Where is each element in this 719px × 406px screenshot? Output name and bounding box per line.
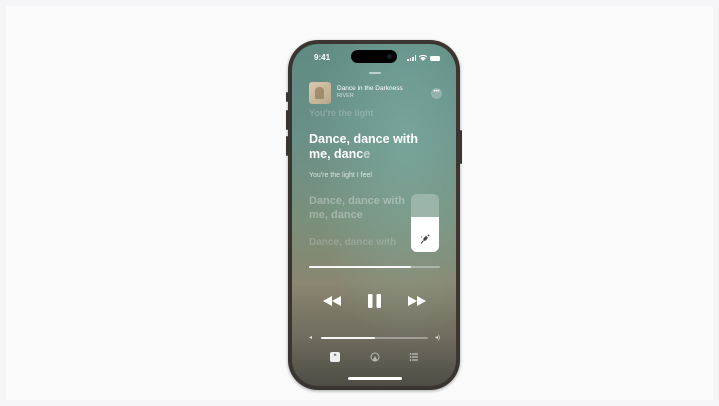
pause-icon[interactable] <box>368 294 381 308</box>
lyrics-icon[interactable]: ❝ <box>330 352 340 362</box>
song-title[interactable]: Dance in the Darkness <box>337 85 403 92</box>
ellipsis-icon[interactable]: ••• <box>431 88 442 99</box>
music-now-playing-screen: 9:41 Dance in the Darkness RIVER ••• You… <box>292 44 456 386</box>
lyric-background-vocal[interactable]: You're the light I feel <box>309 172 372 179</box>
action-button <box>286 92 288 102</box>
playback-times <box>309 271 440 277</box>
playback-scrubber[interactable] <box>309 266 440 268</box>
lyric-unsung-part: e <box>363 147 371 161</box>
side-button <box>460 130 462 164</box>
volume-down-button <box>286 136 288 156</box>
volume-low-icon: ◂ <box>309 335 313 341</box>
artist-name[interactable]: RIVER <box>337 93 354 99</box>
dynamic-island <box>351 50 397 63</box>
front-camera <box>387 54 392 59</box>
lyric-line-next[interactable]: Dance, dance with me, dance <box>309 194 405 222</box>
rewind-icon[interactable] <box>323 296 341 306</box>
volume-slider[interactable] <box>321 337 428 339</box>
lyric-current-line-1: Dance, dance with <box>309 132 419 146</box>
playback-progress-fill <box>309 266 412 268</box>
wifi-icon <box>419 55 427 61</box>
iphone-frame: 9:41 Dance in the Darkness RIVER ••• You… <box>286 40 462 390</box>
bottom-toolbar: ❝ <box>292 352 456 364</box>
lyric-current-line-2: me, dance <box>309 147 418 162</box>
volume-up-button <box>286 110 288 130</box>
lyric-next-line-2: me, dance <box>309 209 363 221</box>
battery-icon <box>430 55 440 61</box>
home-indicator[interactable] <box>348 377 402 380</box>
volume-high-icon: ◂) <box>434 335 440 341</box>
volume-control: ◂ ◂) <box>309 334 440 342</box>
queue-icon[interactable] <box>409 352 419 362</box>
fast-forward-icon[interactable] <box>408 296 426 306</box>
volume-fill <box>321 337 375 339</box>
lyric-next-line-1: Dance, dance with <box>309 195 405 207</box>
lyric-line-previous[interactable]: You're the light <box>309 108 373 118</box>
page-background: 9:41 Dance in the Darkness RIVER ••• You… <box>6 6 713 400</box>
airplay-icon[interactable] <box>370 352 380 362</box>
status-icons <box>407 54 440 62</box>
mic-sparkle-icon <box>420 234 430 244</box>
cellular-signal-icon <box>407 55 416 61</box>
sheet-grabber[interactable] <box>369 72 381 74</box>
status-time: 9:41 <box>314 53 331 62</box>
lyric-line-following[interactable]: Dance, dance with <box>309 237 396 248</box>
vocal-level-slider[interactable] <box>411 194 439 252</box>
lyric-sung-part: me, danc <box>309 147 364 161</box>
lyric-line-current[interactable]: Dance, dance with me, dance <box>309 132 418 162</box>
now-playing-header: Dance in the Darkness RIVER ••• <box>309 82 442 108</box>
album-artwork[interactable] <box>309 82 331 104</box>
